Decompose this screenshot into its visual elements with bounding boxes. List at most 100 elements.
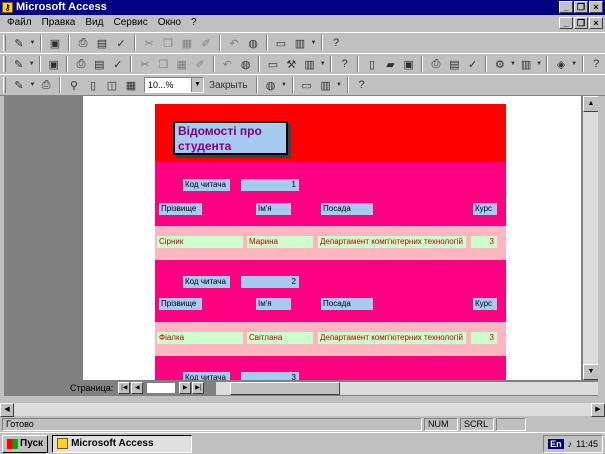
spelling-icon[interactable]: ✓ [112, 34, 130, 52]
undo-icon[interactable]: ↶ [225, 34, 243, 52]
preview-view-icon[interactable]: ✎ [10, 76, 28, 94]
preview-view-dropdown[interactable]: ▼ [29, 76, 36, 94]
relationships-icon[interactable]: ⚙ [491, 55, 508, 73]
code-dropdown[interactable]: ▼ [571, 55, 578, 73]
spelling-icon-2[interactable]: ✓ [109, 55, 126, 73]
analyze-icon[interactable]: ▥ [517, 55, 534, 73]
zoom-magnifier-icon[interactable]: ⚲ [65, 76, 83, 94]
access-key-icon: ⚷ [2, 2, 13, 13]
print-icon-2[interactable]: ⎙ [72, 55, 89, 73]
paste-icon-2[interactable]: ▦ [173, 55, 190, 73]
preview-page: Відомості про студента Код читача 1 Пріз… [83, 96, 581, 380]
view-dropdown[interactable]: ▼ [29, 34, 36, 52]
format-painter-icon-2[interactable]: ✐ [191, 55, 208, 73]
copy-icon[interactable]: ❐ [159, 34, 177, 52]
relationships-dropdown[interactable]: ▼ [510, 55, 517, 73]
menu-help[interactable]: ? [186, 15, 202, 31]
save-icon-3[interactable]: ▣ [400, 55, 417, 73]
menu-view[interactable]: Вид [80, 15, 108, 31]
maximize-button[interactable]: ❐ [574, 1, 588, 13]
menu-window[interactable]: Окно [153, 15, 186, 31]
web-icon-2[interactable]: ◍ [237, 55, 254, 73]
zoom-select[interactable]: 10...% ▼ [144, 77, 204, 93]
format-painter-icon[interactable]: ✐ [197, 34, 215, 52]
first-page-icon[interactable]: |◀ [118, 382, 131, 394]
paste-icon[interactable]: ▦ [178, 34, 196, 52]
multiple-pages-icon[interactable]: ▦ [122, 76, 140, 94]
office-links-dropdown[interactable]: ▼ [281, 76, 288, 94]
page-label: Страница: [70, 383, 114, 393]
save-icon[interactable]: ▣ [46, 34, 64, 52]
design-view-icon[interactable]: ✎ [10, 55, 27, 73]
horizontal-scrollbar[interactable] [216, 382, 598, 395]
field-list-icon[interactable]: ▭ [264, 55, 281, 73]
office-links-icon[interactable]: ◍ [262, 76, 280, 94]
new-object-dropdown[interactable]: ▼ [310, 34, 317, 52]
close-preview-button[interactable]: Закрыть [205, 76, 252, 94]
name-value: Марина [247, 236, 313, 248]
one-page-icon[interactable]: ▯ [84, 76, 102, 94]
menu-file[interactable]: Файл [2, 15, 37, 31]
prev-page-icon[interactable]: ◀ [131, 382, 144, 394]
database-window-icon[interactable]: ▭ [298, 76, 316, 94]
web-icon[interactable]: ◍ [244, 34, 262, 52]
print-preview-icon[interactable]: ▤ [93, 34, 111, 52]
zoom-dropdown-arrow-icon[interactable]: ▼ [191, 78, 203, 92]
help-icon-2[interactable]: ? [336, 55, 353, 73]
app-horizontal-scrollbar[interactable]: ◀ ▶ [0, 402, 605, 417]
toolbox-icon[interactable]: ⚒ [283, 55, 300, 73]
print-preview-icon-3[interactable]: ▤ [446, 55, 463, 73]
menu-tools[interactable]: Сервис [108, 15, 152, 31]
cut-icon[interactable]: ✂ [140, 34, 158, 52]
help-icon-4[interactable]: ? [353, 76, 371, 94]
scroll-thumb[interactable] [230, 382, 340, 395]
properties-icon[interactable]: ▭ [272, 34, 290, 52]
scroll-right-icon[interactable]: ▶ [591, 403, 605, 417]
doc-minimize-button[interactable]: _ [559, 17, 573, 29]
language-indicator[interactable]: En [548, 439, 564, 449]
help-icon-3[interactable]: ? [588, 55, 605, 73]
scroll-down-icon[interactable]: ▼ [583, 364, 598, 380]
last-page-icon[interactable]: ▶| [192, 382, 205, 394]
new-object-icon-2[interactable]: ▥ [317, 76, 335, 94]
copy-icon-2[interactable]: ❐ [155, 55, 172, 73]
spelling-icon-3[interactable]: ✓ [464, 55, 481, 73]
volume-icon[interactable]: ♪ [568, 439, 573, 449]
next-page-icon[interactable]: ▶ [179, 382, 192, 394]
autoformat-icon[interactable]: ▥ [301, 55, 318, 73]
close-button[interactable]: × [589, 1, 603, 13]
view-icon[interactable]: ✎ [10, 34, 28, 52]
analyze-dropdown[interactable]: ▼ [536, 55, 543, 73]
autoformat-dropdown[interactable]: ▼ [319, 55, 326, 73]
save-icon-2[interactable]: ▣ [45, 55, 62, 73]
scroll-left-icon[interactable]: ◀ [0, 403, 14, 417]
start-button[interactable]: Пуск [2, 434, 49, 453]
doc-restore-button[interactable]: ❐ [574, 17, 588, 29]
open-icon[interactable]: ▰ [382, 55, 399, 73]
name-header: Ім'я [256, 298, 291, 310]
design-view-dropdown[interactable]: ▼ [28, 55, 35, 73]
code-label: Код читача [183, 372, 230, 380]
print-preview-icon-2[interactable]: ▤ [91, 55, 108, 73]
vertical-scrollbar[interactable]: ▲ ▼ [582, 96, 598, 380]
minimize-button[interactable]: _ [559, 1, 573, 13]
print-icon-3[interactable]: ⎙ [427, 55, 444, 73]
doc-close-button[interactable]: × [589, 17, 603, 29]
report: Відомості про студента Код читача 1 Пріз… [155, 104, 506, 380]
cut-icon-2[interactable]: ✂ [136, 55, 153, 73]
course-header: Курс [473, 298, 497, 310]
new-icon[interactable]: ▯ [363, 55, 380, 73]
new-object-dropdown-2[interactable]: ▼ [336, 76, 343, 94]
status-bar: Готово NUM SCRL [0, 417, 605, 432]
taskbar-access-button[interactable]: Microsoft Access [52, 434, 193, 453]
two-pages-icon[interactable]: ◫ [103, 76, 121, 94]
undo-icon-2[interactable]: ↶ [219, 55, 236, 73]
code-icon[interactable]: ◈ [552, 55, 569, 73]
scroll-up-icon[interactable]: ▲ [583, 96, 598, 112]
help-icon[interactable]: ? [327, 34, 345, 52]
print-icon[interactable]: ⎙ [74, 34, 92, 52]
print-icon-4[interactable]: ⎙ [37, 76, 55, 94]
new-object-icon[interactable]: ▥ [291, 34, 309, 52]
menu-edit[interactable]: Правка [37, 15, 81, 31]
page-number-input[interactable] [146, 382, 177, 394]
